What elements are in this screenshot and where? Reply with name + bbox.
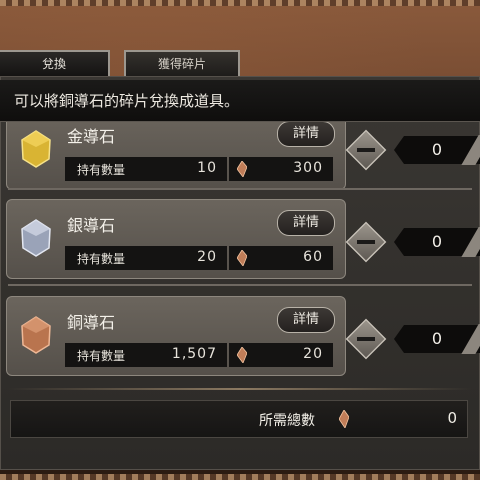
tab-exchange[interactable]: 兌換 <box>0 50 110 76</box>
shard-cost: 20 <box>229 343 333 367</box>
detail-button-gold[interactable]: 詳情 <box>277 122 335 147</box>
instruction-header: 可以將銅導石的碎片兌換成道具。 <box>0 80 480 122</box>
item-name: 銅導石 <box>67 313 116 332</box>
detail-button-copper[interactable]: 詳情 <box>277 307 335 333</box>
item-list: 金導石 詳情 持有數量 10 300 銀導石 詳情 持有數量 20 60 銅導石… <box>0 122 480 382</box>
held-quantity: 持有數量 20 <box>65 246 227 270</box>
held-value: 10 <box>197 160 217 176</box>
tab-obtain-shards[interactable]: 獲得碎片 <box>124 50 240 76</box>
held-value: 20 <box>197 249 217 265</box>
list-item-gold: 金導石 詳情 持有數量 10 300 <box>6 122 346 190</box>
minus-icon <box>357 240 375 244</box>
quantity-stepper-copper: 0 <box>345 318 480 360</box>
decorative-border-top <box>0 0 480 6</box>
shard-icon <box>339 410 349 428</box>
total-required-bar: 所需總數 0 <box>10 400 468 438</box>
list-item-copper: 銅導石 詳情 持有數量 1,507 20 <box>6 296 346 376</box>
quantity-stepper-silver: 0 <box>345 221 480 263</box>
silver-ore-icon <box>21 219 51 257</box>
list-item-silver: 銀導石 詳情 持有數量 20 60 <box>6 199 346 279</box>
held-label: 持有數量 <box>77 349 126 363</box>
total-value: 0 <box>447 409 457 427</box>
shard-cost: 300 <box>229 157 333 181</box>
detail-button-silver[interactable]: 詳情 <box>277 210 335 236</box>
item-name: 銀導石 <box>67 216 116 235</box>
cost-value: 20 <box>303 346 323 362</box>
held-quantity: 持有數量 1,507 <box>65 343 227 367</box>
shard-icon <box>237 250 247 266</box>
gold-ore-icon <box>21 130 51 168</box>
copper-ore-icon <box>21 316 51 354</box>
cost-value: 300 <box>293 160 323 176</box>
minus-icon <box>357 148 375 152</box>
row-divider <box>8 188 472 190</box>
held-value: 1,507 <box>171 346 217 362</box>
row-divider <box>8 284 472 286</box>
minus-icon <box>357 337 375 341</box>
quantity-stepper-gold: 0 <box>345 129 480 171</box>
held-quantity: 持有數量 10 <box>65 157 227 181</box>
total-label: 所需總數 <box>259 413 315 429</box>
item-name: 金導石 <box>67 127 116 146</box>
shard-icon <box>237 161 247 177</box>
decorative-border-bottom <box>0 474 480 480</box>
shard-cost: 60 <box>229 246 333 270</box>
held-label: 持有數量 <box>77 163 126 177</box>
cost-value: 60 <box>303 249 323 265</box>
held-label: 持有數量 <box>77 252 126 266</box>
shard-icon <box>237 347 247 363</box>
section-divider <box>8 388 472 390</box>
